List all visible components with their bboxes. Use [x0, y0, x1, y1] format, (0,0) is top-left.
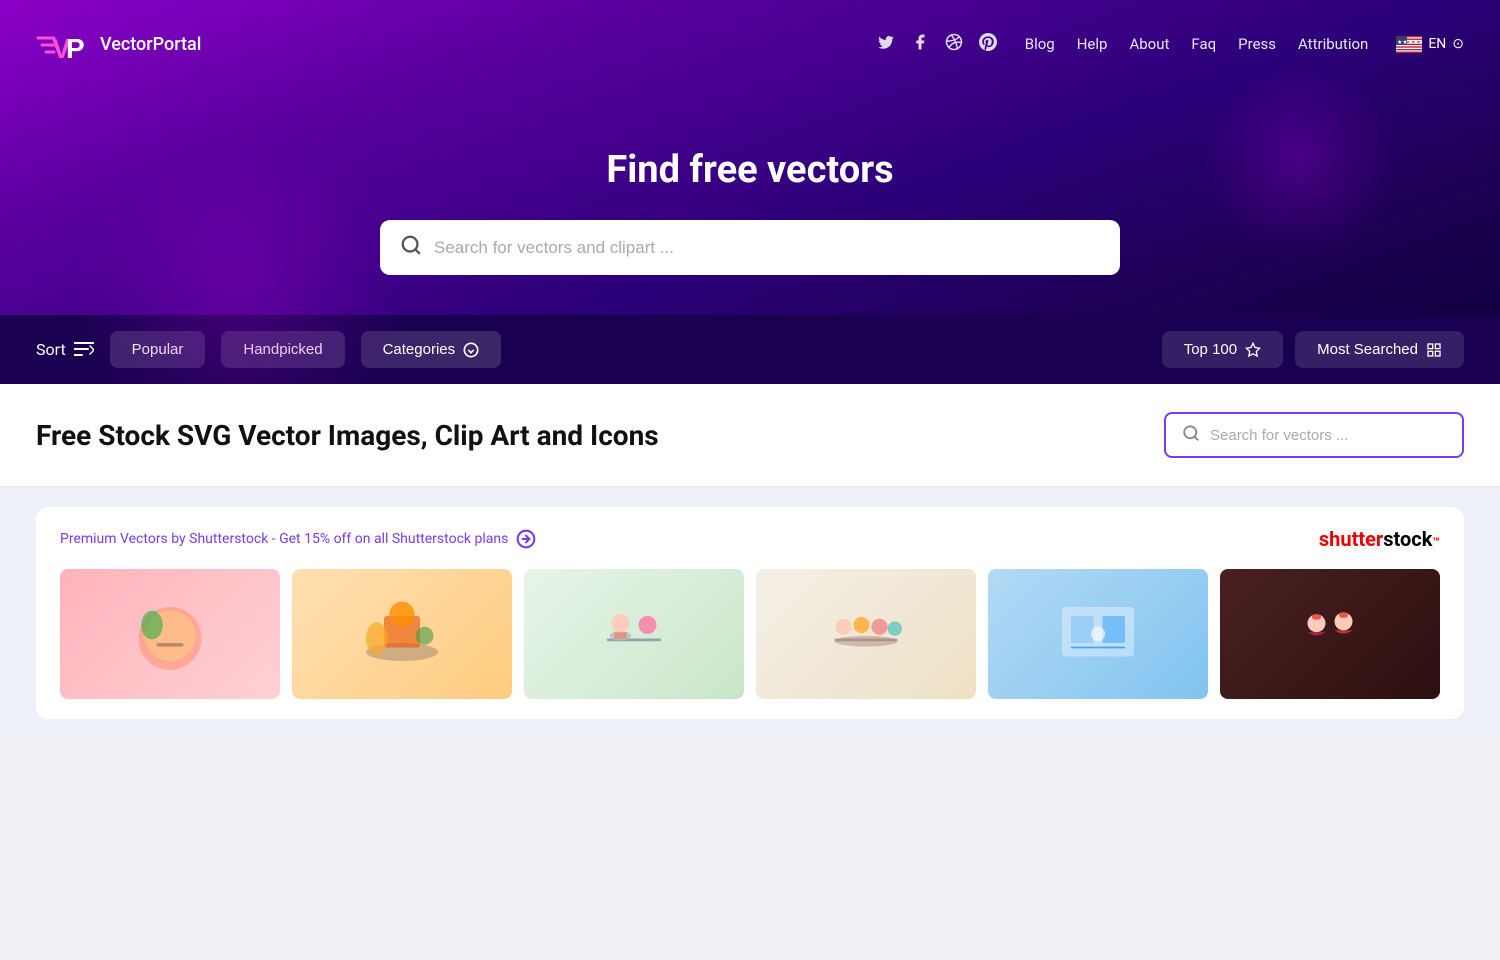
hero-title: Find free vectors: [20, 148, 1480, 192]
shutterstock-image-4[interactable]: [756, 569, 976, 699]
filter-top100-btn[interactable]: Top 100: [1162, 331, 1283, 368]
section-title: Free Stock SVG Vector Images, Clip Art a…: [36, 419, 659, 452]
social-icons-group: [877, 33, 997, 56]
shutterstock-image-5[interactable]: [988, 569, 1208, 699]
nav-about[interactable]: About: [1129, 35, 1169, 53]
main-search-bar[interactable]: [1164, 412, 1464, 458]
nav-links-group: Blog Help About Faq Press Attribution: [1025, 35, 1369, 53]
nav-right-area: Blog Help About Faq Press Attribution: [877, 33, 1464, 56]
filter-right-group: Top 100 Most Searched: [1162, 331, 1464, 368]
shutterstock-promo-link[interactable]: Premium Vectors by Shutterstock - Get 15…: [60, 529, 536, 549]
main-search-input[interactable]: [1210, 427, 1446, 444]
hero-search-icon: [400, 234, 422, 261]
main-content-header: Free Stock SVG Vector Images, Clip Art a…: [0, 384, 1500, 486]
pinterest-icon[interactable]: [979, 33, 997, 56]
shutterstock-image-2[interactable]: [292, 569, 512, 699]
hero-section: V P VectorPortal: [0, 0, 1500, 384]
nav-help[interactable]: Help: [1077, 35, 1108, 53]
nav-attribution[interactable]: Attribution: [1298, 35, 1368, 53]
sort-icon: [74, 340, 94, 360]
language-selector[interactable]: ★★★★★★★★★★★★★★★★★★★★★★★★★★★★★★★★★★★★★★★★…: [1396, 36, 1464, 53]
logo-text: VectorPortal: [100, 34, 201, 55]
shutterstock-banner: Premium Vectors by Shutterstock - Get 15…: [36, 507, 1464, 719]
nav-blog[interactable]: Blog: [1025, 35, 1055, 53]
logo-link[interactable]: V P VectorPortal: [36, 18, 201, 70]
vp-logo-icon: V P: [36, 18, 88, 70]
hero-search-bar[interactable]: [380, 220, 1120, 275]
shutterstock-promo-text: Premium Vectors by Shutterstock - Get 15…: [60, 531, 508, 547]
main-search-icon: [1182, 424, 1200, 446]
filter-most-searched-btn[interactable]: Most Searched: [1295, 331, 1464, 368]
twitter-icon[interactable]: [877, 33, 895, 56]
shutterstock-image-3[interactable]: [524, 569, 744, 699]
svg-text:P: P: [66, 33, 85, 64]
shutterstock-image-6[interactable]: [1220, 569, 1440, 699]
lang-dropdown-icon: ⊙: [1452, 36, 1464, 52]
sort-label: Sort: [36, 340, 94, 360]
facebook-icon[interactable]: [911, 33, 929, 56]
shutterstock-section: Premium Vectors by Shutterstock - Get 15…: [0, 487, 1500, 739]
shutterstock-image-1[interactable]: [60, 569, 280, 699]
shutterstock-header: Premium Vectors by Shutterstock - Get 15…: [60, 527, 1440, 551]
dribbble-icon[interactable]: [945, 33, 963, 56]
shutterstock-images-row: [60, 569, 1440, 699]
shutterstock-logo: shutterstock™: [1319, 527, 1440, 551]
nav-faq[interactable]: Faq: [1191, 35, 1216, 53]
hero-search-input[interactable]: [434, 238, 1100, 258]
nav-press[interactable]: Press: [1238, 35, 1276, 53]
lang-label: EN: [1428, 36, 1446, 52]
hero-content: Find free vectors: [0, 88, 1500, 315]
us-flag-icon: ★★★★★★★★★★★★★★★★★★★★★★★★★★★★★★★★★★★★★★★★…: [1396, 36, 1422, 53]
svg-text:★★★★★★★★★★★★★★★★★★★★★★★★★★★★★★: ★★★★★★★★★★★★★★★★★★★★★★★★★★★★★★★★★★★★★★★★…: [1397, 39, 1422, 46]
